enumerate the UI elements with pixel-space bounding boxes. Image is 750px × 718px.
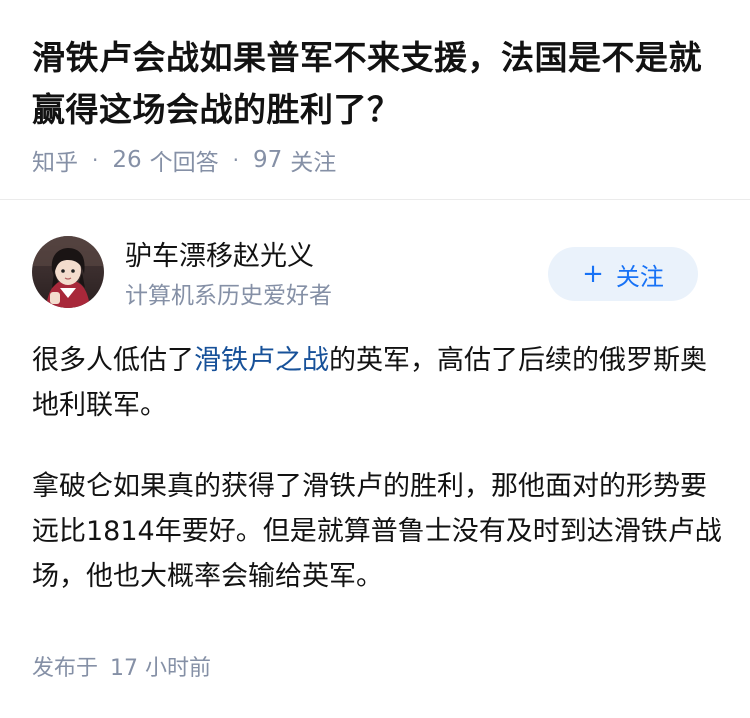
meta-separator: · xyxy=(92,148,99,172)
followers-label: 关注 xyxy=(290,150,337,176)
waterloo-link[interactable]: 滑铁卢之战 xyxy=(194,345,329,376)
published-time: 17 小时前 xyxy=(110,656,212,681)
source-label[interactable]: 知乎 xyxy=(32,143,78,177)
followers-count: 97 xyxy=(253,147,283,173)
author-name[interactable]: 驴车漂移赵光义 xyxy=(125,234,314,273)
published-label: 发布于 xyxy=(32,656,99,681)
author-bio: 计算机系历史爱好者 xyxy=(125,283,332,309)
answer-page: 滑铁卢会战如果普军不来支援，法国是不是就赢得这场会战的胜利了？ 知乎 · 26 … xyxy=(0,0,750,718)
answer-paragraph: 拿破仑如果真的获得了滑铁卢的胜利，那他面对的形势要远比1814年要好。但是就算普… xyxy=(32,471,722,592)
follow-button[interactable]: + 关注 xyxy=(548,247,698,301)
follow-label: 关注 xyxy=(615,262,664,291)
publish-time: 发布于 17 小时前 xyxy=(32,650,211,682)
meta-separator: · xyxy=(232,148,239,172)
question-title[interactable]: 滑铁卢会战如果普军不来支援，法国是不是就赢得这场会战的胜利了？ xyxy=(32,32,722,136)
answers-label[interactable]: 个回答 xyxy=(150,143,219,177)
question-meta: 知乎 · 26 个回答 · 97 关注 xyxy=(32,143,336,177)
answer-content: 很多人低估了滑铁卢之战的英军，高估了后续的俄罗斯奥地利联军。 拿破仑如果真的获得… xyxy=(32,338,722,635)
divider xyxy=(0,199,750,200)
answer-paragraph: 很多人低估了滑铁卢之战的英军，高估了后续的俄罗斯奥地利联军。 xyxy=(32,338,722,428)
avatar[interactable] xyxy=(32,236,104,308)
answer-text: 很多人低估了 xyxy=(32,345,194,376)
answers-count: 26 xyxy=(112,147,142,173)
plus-icon: + xyxy=(582,259,604,289)
avatar-image xyxy=(32,236,104,308)
